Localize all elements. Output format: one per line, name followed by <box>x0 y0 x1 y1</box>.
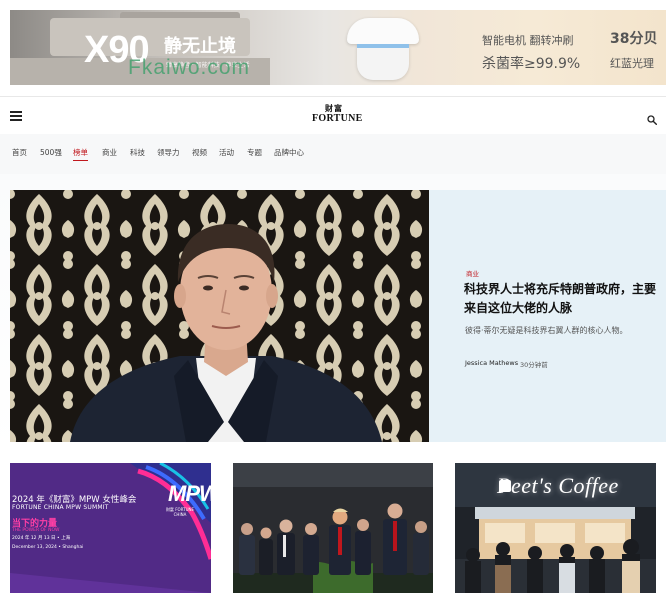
hero-image[interactable] <box>10 190 429 442</box>
watermark: Fkaiwo.com <box>128 56 251 79</box>
nav-item-video[interactable]: 视频 <box>192 147 207 158</box>
card1-title-en: FORTUNE CHINA MPW SUMMIT <box>12 504 109 511</box>
card-politics-photo[interactable] <box>233 463 433 593</box>
hero-time: 30分钟前 <box>520 361 548 369</box>
ad-banner[interactable]: X90 静无止境 臻享静音 · 智能科技 · 尊享生活 Fkaiwo.com 智… <box>10 10 666 85</box>
site-header: 财富 FORTUNE <box>0 96 666 134</box>
fortune-china-logo: 财富 FORTUNE CHINA <box>165 507 195 517</box>
card-mpw-summit[interactable]: 2024 年《财富》MPW 女性峰会 FORTUNE CHINA MPW SUM… <box>10 463 211 593</box>
main-nav: 首页 500强 榜单 商业 科技 领导力 视频 活动 专题 品牌中心 <box>0 134 666 174</box>
nav-item-rankings[interactable]: 榜单 <box>73 147 88 161</box>
card1-theme-en: THE POWER OF NOW <box>12 528 60 533</box>
nav-item-business[interactable]: 商业 <box>102 147 117 158</box>
hero-category[interactable]: 商业 <box>466 268 479 278</box>
ad-feature: 智能电机 翻转冲刷 <box>482 34 574 47</box>
nav-item-home[interactable]: 首页 <box>12 147 27 158</box>
site-logo[interactable]: 财富 FORTUNE <box>312 104 363 124</box>
nav-item-tech[interactable]: 科技 <box>130 147 145 158</box>
hero-description: 彼得·蒂尔无疑是科技界右翼人群的核心人物。 <box>465 326 628 335</box>
card-peets-coffee[interactable]: Peet's Coffee <box>455 463 656 593</box>
ad-feature: 杀菌率≥99.9% <box>482 56 581 72</box>
hero-author[interactable]: Jessica Mathews <box>465 359 518 367</box>
hamburger-menu-icon[interactable] <box>10 111 22 121</box>
nav-item-brand-center[interactable]: 品牌中心 <box>274 147 304 158</box>
hero-title[interactable]: 科技界人士将充斥特朗普政府，主要来自这位大佬的人脉 <box>464 280 662 318</box>
ad-feature: 红蓝光理 <box>610 57 654 70</box>
card1-date-en: December 13, 2024 • Shanghai <box>12 545 84 550</box>
logo-en: FORTUNE <box>312 113 363 124</box>
nav-item-topics[interactable]: 专题 <box>247 147 262 158</box>
nav-item-events[interactable]: 活动 <box>219 147 234 158</box>
search-icon[interactable] <box>647 110 658 126</box>
ad-product-image <box>347 18 419 80</box>
card1-date: 2024 年 12 月 13 日 • 上海 <box>12 536 71 541</box>
ad-slogan: 静无止境 <box>164 36 236 57</box>
peets-coffee-sign: Peet's Coffee <box>497 473 619 498</box>
ad-feature: 38分贝 <box>610 31 658 47</box>
nav-item-leadership[interactable]: 领导力 <box>157 147 180 158</box>
mpw-logo: MPW <box>168 481 211 506</box>
politics-photo <box>233 463 433 593</box>
nav-item-500[interactable]: 500强 <box>40 147 62 158</box>
logo-cn: 财富 <box>325 104 343 113</box>
